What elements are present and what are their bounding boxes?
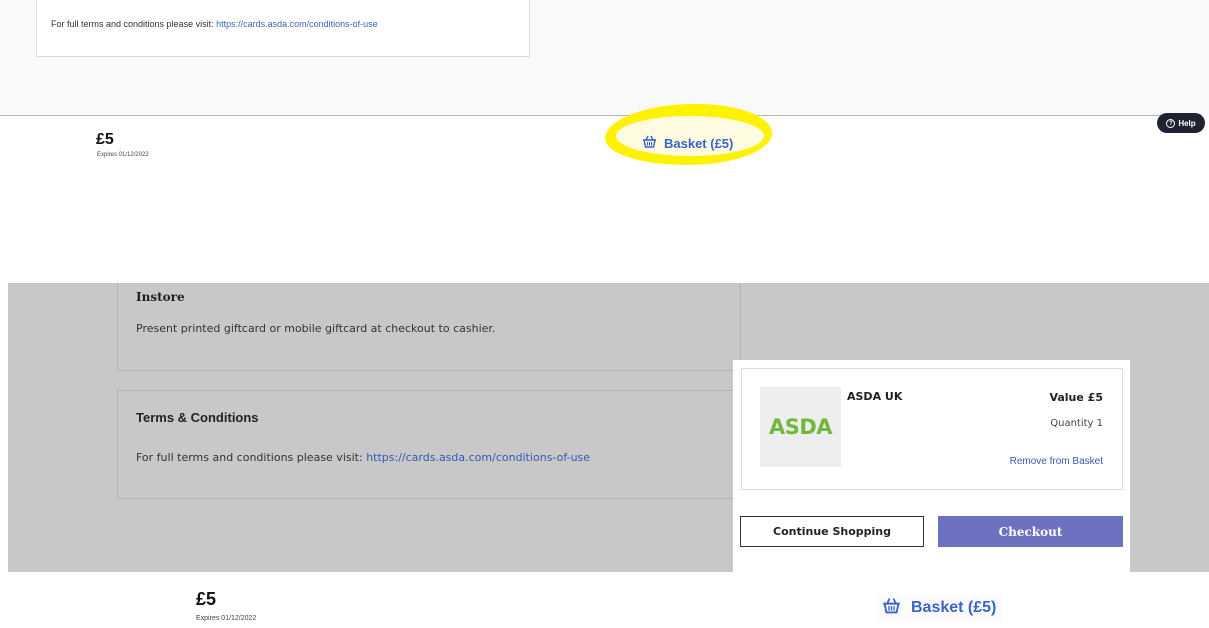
help-button[interactable]: ? Help bbox=[1157, 113, 1205, 133]
basket-icon bbox=[642, 135, 657, 151]
item-value: Value £5 bbox=[1049, 391, 1103, 404]
bottom-basket-label: Basket (£5) bbox=[911, 599, 997, 616]
top-terms-link[interactable]: https://cards.asda.com/conditions-of-use bbox=[216, 19, 378, 29]
checkout-button[interactable]: Checkout bbox=[938, 516, 1123, 547]
top-basket-button[interactable]: Basket (£5) bbox=[642, 135, 733, 151]
basket-icon bbox=[882, 597, 901, 619]
continue-shopping-button[interactable]: Continue Shopping bbox=[740, 516, 924, 547]
top-basket-label: Basket (£5) bbox=[664, 135, 734, 151]
remove-from-basket-link[interactable]: Remove from Basket bbox=[980, 456, 1103, 467]
instore-title: Instore bbox=[136, 290, 185, 304]
top-divider bbox=[0, 115, 1178, 116]
instore-text: Present printed giftcard or mobile giftc… bbox=[136, 322, 496, 335]
top-expiry: Expires 01/12/2022 bbox=[97, 152, 149, 158]
item-name: ASDA UK bbox=[847, 390, 903, 403]
top-price: £5 bbox=[96, 131, 114, 148]
terms-link[interactable]: https://cards.asda.com/conditions-of-use bbox=[366, 451, 590, 464]
top-terms-prefix: For full terms and conditions please vis… bbox=[51, 19, 217, 29]
help-label: Help bbox=[1178, 118, 1196, 128]
asda-logo-text: ASDA bbox=[768, 415, 833, 439]
bottom-expiry: Expires 01/12/2022 bbox=[196, 615, 257, 622]
terms-prefix: For full terms and conditions please vis… bbox=[136, 451, 367, 464]
bottom-basket-button[interactable]: Basket (£5) bbox=[876, 594, 1003, 622]
terms-text: For full terms and conditions please vis… bbox=[136, 451, 590, 464]
bottom-price: £5 bbox=[196, 589, 217, 609]
top-terms-text: For full terms and conditions please vis… bbox=[51, 19, 378, 29]
terms-title: Terms & Conditions bbox=[136, 410, 259, 425]
terms-card bbox=[117, 390, 741, 499]
help-icon: ? bbox=[1166, 118, 1176, 128]
asda-logo: ASDA bbox=[760, 387, 841, 467]
item-quantity: Quantity 1 bbox=[1050, 418, 1103, 429]
